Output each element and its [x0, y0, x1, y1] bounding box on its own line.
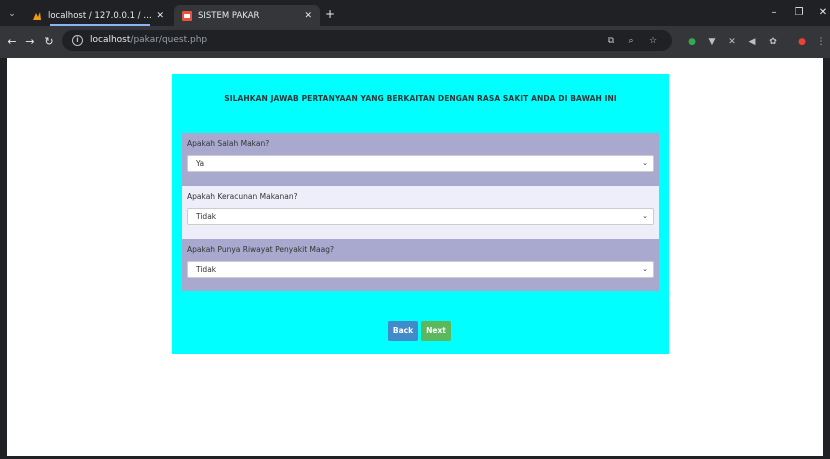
url-host: localhost: [90, 35, 131, 45]
url-text[interactable]: localhost/pakar/quest.php: [90, 34, 207, 47]
extension-leaf-icon[interactable]: ●: [685, 35, 699, 49]
profile-avatar-icon[interactable]: ●: [795, 35, 809, 49]
sistem-pakar-favicon-icon: [182, 10, 192, 21]
extension-shield-icon[interactable]: ▼: [705, 35, 719, 49]
question-item: Apakah Punya Riwayat Penyakit Maag? Tida…: [182, 239, 659, 291]
next-button[interactable]: Next: [421, 321, 451, 341]
question-item: Apakah Keracunan Makanan? Tidak ⌄: [182, 186, 659, 239]
browser-toolbar: ← → ↻ i localhost/pakar/quest.php ⧉ ⌕ ☆ …: [0, 26, 830, 58]
minimize-icon[interactable]: –: [767, 6, 781, 20]
tab-search-icon[interactable]: ⌄: [6, 8, 18, 20]
close-window-icon[interactable]: ✕: [816, 6, 830, 20]
page-title: SILAHKAN JAWAB PERTANYAAN YANG BERKAITAN…: [224, 94, 617, 103]
extension-x-icon[interactable]: ✕: [725, 35, 739, 49]
zoom-icon[interactable]: ⌕: [624, 34, 638, 48]
back-button[interactable]: Back: [388, 321, 418, 341]
restore-icon[interactable]: ❐: [792, 6, 806, 20]
question-list: Apakah Salah Makan? Ya ⌄ Apakah Keracuna…: [182, 133, 659, 291]
answer-select[interactable]: Ya ⌄: [187, 155, 654, 172]
page-viewport: SILAHKAN JAWAB PERTANYAAN YANG BERKAITAN…: [7, 58, 823, 456]
extension-arrow-icon[interactable]: ◀: [745, 35, 759, 49]
question-panel: SILAHKAN JAWAB PERTANYAAN YANG BERKAITAN…: [172, 74, 669, 354]
close-tab-icon[interactable]: ✕: [304, 11, 312, 21]
forward-arrow-icon[interactable]: →: [23, 35, 37, 49]
reload-icon[interactable]: ↻: [42, 35, 56, 49]
chevron-down-icon: ⌄: [642, 265, 648, 273]
tab-title: localhost / 127.0.0.1 / pakar | p: [48, 10, 152, 21]
site-info-icon[interactable]: i: [72, 35, 83, 46]
tab-title: SISTEM PAKAR: [198, 10, 260, 21]
url-path: /pakar/quest.php: [130, 35, 208, 45]
browser-menu-icon[interactable]: ⋮: [814, 35, 828, 49]
answer-select[interactable]: Tidak ⌄: [187, 261, 654, 278]
answer-select-value: Tidak: [196, 265, 217, 274]
answer-select-value: Ya: [196, 159, 205, 168]
chevron-down-icon: ⌄: [642, 159, 648, 167]
chevron-down-icon: ⌄: [642, 212, 648, 220]
tab-bar: ⌄ localhost / 127.0.0.1 / pakar | p ✕ SI…: [0, 0, 830, 26]
question-label: Apakah Salah Makan?: [187, 139, 270, 148]
close-tab-icon[interactable]: ✕: [156, 11, 164, 21]
phpmyadmin-favicon-icon: [32, 11, 42, 21]
bookmark-star-icon[interactable]: ☆: [646, 34, 660, 48]
new-tab-icon[interactable]: +: [322, 6, 338, 22]
translate-icon[interactable]: ⧉: [604, 34, 618, 48]
question-item: Apakah Salah Makan? Ya ⌄: [182, 133, 659, 186]
tab-sistem-pakar[interactable]: SISTEM PAKAR ✕: [174, 5, 320, 26]
question-label: Apakah Punya Riwayat Penyakit Maag?: [187, 245, 334, 254]
tab-phpmyadmin[interactable]: localhost / 127.0.0.1 / pakar | p ✕: [24, 5, 172, 26]
extensions-puzzle-icon[interactable]: ✿: [766, 35, 780, 49]
back-arrow-icon[interactable]: ←: [5, 35, 19, 49]
answer-select[interactable]: Tidak ⌄: [187, 208, 654, 225]
answer-select-value: Tidak: [196, 212, 217, 221]
address-bar[interactable]: i localhost/pakar/quest.php ⧉ ⌕ ☆: [62, 30, 672, 51]
question-label: Apakah Keracunan Makanan?: [187, 192, 298, 201]
